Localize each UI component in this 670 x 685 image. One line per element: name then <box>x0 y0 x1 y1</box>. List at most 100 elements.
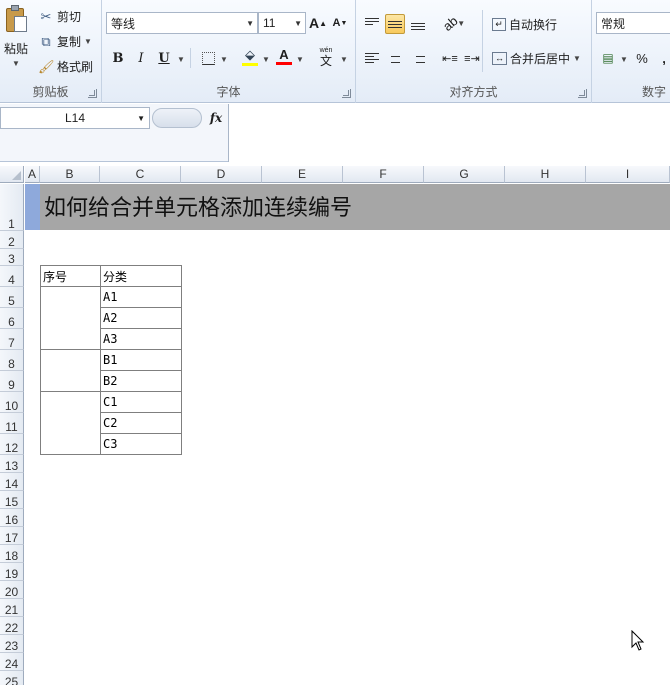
row-header-5[interactable]: 5 <box>0 287 24 308</box>
align-center-button[interactable] <box>385 48 405 68</box>
category-cell[interactable]: C2 <box>100 412 182 434</box>
phonetic-dropdown-icon[interactable]: ▼ <box>340 55 348 64</box>
row-header-22[interactable]: 22 <box>0 617 24 635</box>
fill-color-dropdown-icon[interactable]: ▼ <box>262 55 270 64</box>
italic-button[interactable]: I <box>131 48 151 68</box>
cut-button[interactable]: ✂ 剪切 <box>38 8 81 25</box>
row-header-25[interactable]: 25 <box>0 671 24 685</box>
phonetic-button[interactable]: wén 文 <box>316 46 336 67</box>
row-header-9[interactable]: 9 <box>0 371 24 392</box>
row-header-15[interactable]: 15 <box>0 491 24 509</box>
accounting-dropdown-icon[interactable]: ▼ <box>620 55 628 64</box>
row-header-20[interactable]: 20 <box>0 581 24 599</box>
format-painter-button[interactable]: 🖌 格式刷 <box>38 58 93 75</box>
merged-seq-cell-a[interactable] <box>40 286 101 350</box>
row-header-3[interactable]: 3 <box>0 249 24 266</box>
column-header-e[interactable]: E <box>262 166 343 183</box>
category-cell[interactable]: A3 <box>100 328 182 350</box>
shrink-font-button[interactable]: A ▼ <box>330 13 350 33</box>
clipboard-group-label: 剪贴板 <box>32 85 69 99</box>
percent-button[interactable]: % <box>632 48 652 68</box>
category-cell[interactable]: C3 <box>100 433 182 455</box>
row-header-1[interactable]: 1 <box>0 184 24 231</box>
column-header-b[interactable]: B <box>40 166 100 183</box>
align-right-button[interactable] <box>408 48 428 68</box>
category-cell[interactable]: B2 <box>100 370 182 392</box>
number-format-select[interactable]: 常规 <box>596 12 670 34</box>
increase-indent-button[interactable]: ≡⇥ <box>462 48 482 68</box>
column-header-d[interactable]: D <box>181 166 262 183</box>
merged-seq-cell-c[interactable] <box>40 391 101 455</box>
row-header-16[interactable]: 16 <box>0 509 24 527</box>
alignment-launcher-icon[interactable] <box>578 89 587 98</box>
column-header-a[interactable]: A <box>25 166 40 183</box>
row-header-14[interactable]: 14 <box>0 473 24 491</box>
category-cell[interactable]: A1 <box>100 286 182 308</box>
wrap-text-button[interactable]: ↵ 自动换行 <box>492 16 557 33</box>
formula-bar-splitter[interactable] <box>152 108 202 128</box>
paste-button[interactable]: 粘贴 ▼ <box>0 4 32 74</box>
fill-color-swatch <box>242 62 258 66</box>
column-header-g[interactable]: G <box>424 166 505 183</box>
underline-dropdown-icon[interactable]: ▼ <box>177 55 185 64</box>
insert-function-button[interactable]: fx <box>205 108 227 128</box>
header-seq[interactable]: 序号 <box>40 265 101 287</box>
paste-dropdown-icon[interactable]: ▼ <box>12 59 20 68</box>
font-name-select[interactable]: 等线 ▼ <box>106 12 258 34</box>
align-bottom-button[interactable] <box>408 15 428 35</box>
font-launcher-icon[interactable] <box>342 89 351 98</box>
row-header-11[interactable]: 11 <box>0 413 24 434</box>
accounting-button[interactable]: ▤ <box>598 48 618 68</box>
row-header-6[interactable]: 6 <box>0 308 24 329</box>
grow-font-button[interactable]: A ▲ <box>308 13 328 33</box>
row-header-4[interactable]: 4 <box>0 266 24 287</box>
row-header-19[interactable]: 19 <box>0 563 24 581</box>
font-color-button[interactable]: A <box>274 46 294 66</box>
comma-button[interactable]: , <box>654 48 670 68</box>
chevron-down-icon[interactable]: ▼ <box>137 114 145 123</box>
border-button[interactable] <box>198 48 218 68</box>
font-size-select[interactable]: 11 ▼ <box>258 12 306 34</box>
worksheet-grid[interactable]: ABCDEFGHI 1 2 3 4 5 6 7 8 9 10 11 12 13 14 15 16 17 18 19 2… <box>0 166 670 685</box>
copy-dropdown-icon[interactable]: ▼ <box>84 37 92 46</box>
align-left-button[interactable] <box>362 48 382 68</box>
row-header-23[interactable]: 23 <box>0 635 24 653</box>
row-header-18[interactable]: 18 <box>0 545 24 563</box>
header-category[interactable]: 分类 <box>100 265 182 287</box>
select-all-corner[interactable] <box>0 166 24 183</box>
row-header-7[interactable]: 7 <box>0 329 24 350</box>
underline-button[interactable]: U <box>154 48 174 68</box>
merge-dropdown-icon[interactable]: ▼ <box>573 54 581 63</box>
row-header-2[interactable]: 2 <box>0 231 24 249</box>
row-header-24[interactable]: 24 <box>0 653 24 671</box>
column-header-f[interactable]: F <box>343 166 424 183</box>
row-header-8[interactable]: 8 <box>0 350 24 371</box>
title-accent-cell[interactable] <box>25 184 40 230</box>
name-box[interactable]: L14 ▼ <box>0 107 150 129</box>
align-middle-button[interactable] <box>385 14 405 34</box>
row-header-10[interactable]: 10 <box>0 392 24 413</box>
category-cell[interactable]: C1 <box>100 391 182 413</box>
formula-input[interactable] <box>228 104 670 162</box>
copy-button[interactable]: ⧉ 复制 ▼ <box>38 33 92 50</box>
decrease-indent-button[interactable]: ⇤≡ <box>440 48 460 68</box>
column-header-h[interactable]: H <box>505 166 586 183</box>
align-top-button[interactable] <box>362 13 382 33</box>
row-header-21[interactable]: 21 <box>0 599 24 617</box>
clipboard-launcher-icon[interactable] <box>88 89 97 98</box>
border-dropdown-icon[interactable]: ▼ <box>220 55 228 64</box>
row-header-12[interactable]: 12 <box>0 434 24 455</box>
column-header-i[interactable]: I <box>586 166 670 183</box>
category-cell[interactable]: B1 <box>100 349 182 371</box>
category-cell[interactable]: A2 <box>100 307 182 329</box>
merge-center-button[interactable]: ↔ 合并后居中 ▼ <box>492 50 581 67</box>
row-header-13[interactable]: 13 <box>0 455 24 473</box>
align-middle-icon <box>388 20 402 28</box>
orientation-button[interactable]: ab ▼ <box>440 13 466 34</box>
font-color-dropdown-icon[interactable]: ▼ <box>296 55 304 64</box>
row-header-17[interactable]: 17 <box>0 527 24 545</box>
bold-button[interactable]: B <box>108 48 128 68</box>
column-header-c[interactable]: C <box>100 166 181 183</box>
merged-seq-cell-b[interactable] <box>40 349 101 392</box>
fill-color-button[interactable]: ⬙ <box>240 46 260 66</box>
